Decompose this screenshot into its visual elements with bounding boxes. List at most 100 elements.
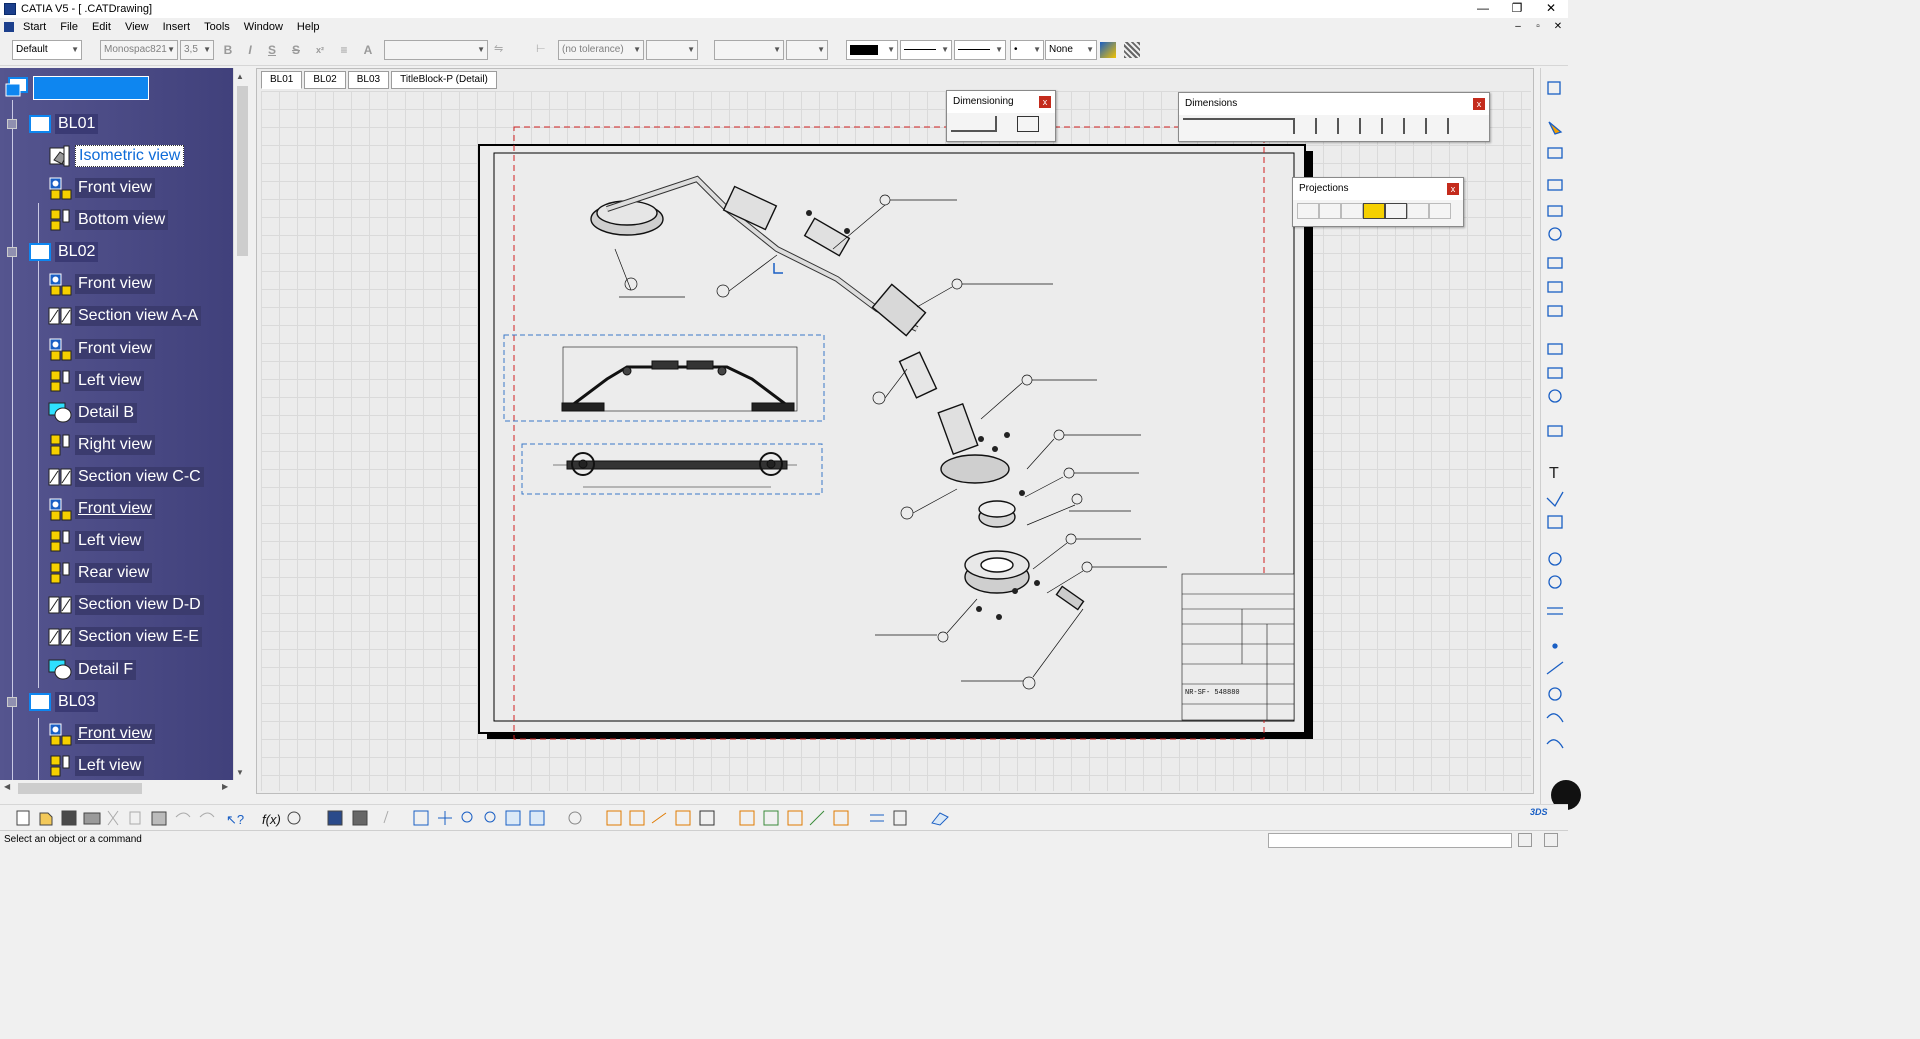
- arc-icon[interactable]: [1546, 739, 1564, 749]
- normal-view-icon[interactable]: [505, 810, 521, 826]
- style-select[interactable]: Default ▼: [12, 40, 82, 60]
- tree-view-item[interactable]: Rear view: [48, 559, 153, 587]
- tree-view-item[interactable]: Front view: [48, 495, 155, 523]
- mdi-restore-button[interactable]: ▫: [1528, 18, 1548, 36]
- tree-hscroll-thumb[interactable]: [18, 783, 142, 794]
- mdi-close-button[interactable]: ✕: [1548, 18, 1568, 36]
- command-input[interactable]: [1268, 833, 1512, 848]
- save-icon[interactable]: [61, 810, 77, 826]
- italic-button[interactable]: I: [242, 42, 258, 58]
- title-block[interactable]: [1181, 573, 1295, 721]
- fit-all-icon[interactable]: [413, 810, 429, 826]
- open-icon[interactable]: [39, 812, 53, 826]
- pattern-select[interactable]: None ▼: [1045, 40, 1097, 60]
- status-button-2[interactable]: [1544, 833, 1558, 847]
- tree-view-item[interactable]: Bottom view: [48, 206, 169, 234]
- drawing-root-icon[interactable]: [5, 76, 29, 100]
- tolerance-value-select[interactable]: ▼: [646, 40, 698, 60]
- section-icon[interactable]: [1547, 205, 1563, 217]
- linetype-select[interactable]: ▼: [900, 40, 952, 60]
- tolerance-icon[interactable]: [995, 116, 1017, 132]
- line-icon[interactable]: [1546, 661, 1564, 675]
- select-icon[interactable]: [1547, 81, 1561, 95]
- roughness-icon[interactable]: [1546, 491, 1564, 508]
- tree-vertical-scrollbar[interactable]: ▲ ▼: [233, 68, 250, 780]
- filter-icon[interactable]: [699, 810, 715, 826]
- linear-dimension-icon[interactable]: [1183, 118, 1205, 134]
- projection-view-tool-icon[interactable]: [1363, 203, 1385, 219]
- cut-icon[interactable]: [107, 810, 119, 826]
- view-positioning-icon[interactable]: [763, 810, 779, 826]
- tree-view-item[interactable]: Left view: [48, 527, 145, 555]
- annotation-icon[interactable]: [1017, 116, 1039, 132]
- dimension-type-icon[interactable]: ⊢: [536, 42, 552, 58]
- paste-icon[interactable]: [151, 811, 167, 826]
- analysis-icon[interactable]: [651, 812, 667, 824]
- thickness-select[interactable]: ▼: [954, 40, 1006, 60]
- clipping-icon[interactable]: [1547, 257, 1563, 269]
- dimensioning-close-button[interactable]: x: [1039, 96, 1051, 108]
- scroll-right-arrow[interactable]: ▶: [222, 782, 228, 791]
- tree-view-item[interactable]: Section view C-C: [48, 463, 204, 491]
- auxiliary-view-icon[interactable]: [1385, 203, 1407, 219]
- font-select[interactable]: Monospac821 ▼: [100, 40, 178, 60]
- formula-icon[interactable]: f(x): [262, 812, 281, 827]
- frame-button[interactable]: A: [360, 42, 376, 58]
- align-button[interactable]: ≡: [336, 42, 352, 58]
- tree-horizontal-scrollbar[interactable]: ◀ ▶: [0, 780, 250, 797]
- restore-button[interactable]: ❐: [1500, 0, 1534, 18]
- status-button-1[interactable]: [1518, 833, 1532, 847]
- menu-insert[interactable]: Insert: [156, 21, 198, 33]
- menu-file[interactable]: File: [53, 21, 85, 33]
- text-insert-select[interactable]: ▼: [384, 40, 488, 60]
- length-dimension-icon[interactable]: [1271, 118, 1293, 134]
- view-icon[interactable]: [1547, 179, 1563, 191]
- pointer-icon[interactable]: [1548, 121, 1563, 135]
- multi-view-icon[interactable]: [529, 810, 545, 826]
- scroll-left-arrow[interactable]: ◀: [4, 782, 10, 791]
- table-edit-icon[interactable]: [327, 810, 343, 826]
- menu-edit[interactable]: Edit: [85, 21, 118, 33]
- front-view-tool-icon[interactable]: [1297, 203, 1319, 219]
- wizard-icon[interactable]: [1547, 305, 1563, 317]
- numerical-format-select[interactable]: ▼: [714, 40, 784, 60]
- dimension-edit-icon[interactable]: [973, 116, 995, 132]
- arrow-icon[interactable]: [1547, 607, 1563, 615]
- tree-view-item[interactable]: Section view D-D: [48, 591, 204, 619]
- close-button[interactable]: ✕: [1534, 0, 1568, 18]
- tree-view-item[interactable]: Right view: [48, 431, 155, 459]
- tree-sheet-bl03[interactable]: BL03: [28, 688, 99, 716]
- rectangle-icon[interactable]: [1547, 343, 1563, 355]
- precision-select[interactable]: ▼: [786, 40, 828, 60]
- diameter-dimension-icon[interactable]: [1337, 118, 1359, 134]
- menu-start[interactable]: Start: [16, 21, 53, 33]
- coordinate-dimension-icon[interactable]: [1403, 118, 1425, 134]
- tree-view-item[interactable]: Detail F: [48, 656, 137, 684]
- sheet-expander[interactable]: [7, 247, 17, 258]
- zoom-in-icon[interactable]: [461, 811, 473, 823]
- mdi-minimize-button[interactable]: –: [1508, 18, 1528, 36]
- bill-of-material-icon[interactable]: [1547, 515, 1563, 529]
- undo-icon[interactable]: [175, 812, 191, 818]
- scroll-up-arrow[interactable]: ▲: [236, 72, 244, 81]
- projections-close-button[interactable]: x: [1447, 183, 1459, 195]
- sheet-expander[interactable]: [7, 696, 17, 707]
- dimension-system-icon[interactable]: [809, 810, 825, 826]
- stacked-dimension-icon[interactable]: [1249, 118, 1271, 134]
- hole-table-icon[interactable]: [1425, 118, 1447, 134]
- tree-view-item[interactable]: Section view E-E: [48, 623, 202, 651]
- font-size-select[interactable]: 3,5 ▼: [180, 40, 214, 60]
- new-icon[interactable]: [16, 810, 30, 826]
- tree-scroll-thumb[interactable]: [237, 86, 248, 256]
- tree-sheet-bl01[interactable]: BL01: [28, 110, 99, 138]
- eraser-icon[interactable]: [931, 812, 949, 826]
- dress-up-icon[interactable]: [1547, 425, 1563, 437]
- separator-icon[interactable]: [383, 810, 389, 824]
- point-style-select[interactable]: • ▼: [1010, 40, 1044, 60]
- chained-dimension-icon[interactable]: [1205, 118, 1227, 134]
- tolerance-select[interactable]: (no tolerance) ▼: [558, 40, 644, 60]
- tree-view-item[interactable]: Left view: [48, 367, 145, 395]
- angle-dimension-icon[interactable]: [1293, 118, 1315, 134]
- cumulated-dimension-icon[interactable]: [1227, 118, 1249, 134]
- sketch-grid-icon[interactable]: [606, 810, 622, 826]
